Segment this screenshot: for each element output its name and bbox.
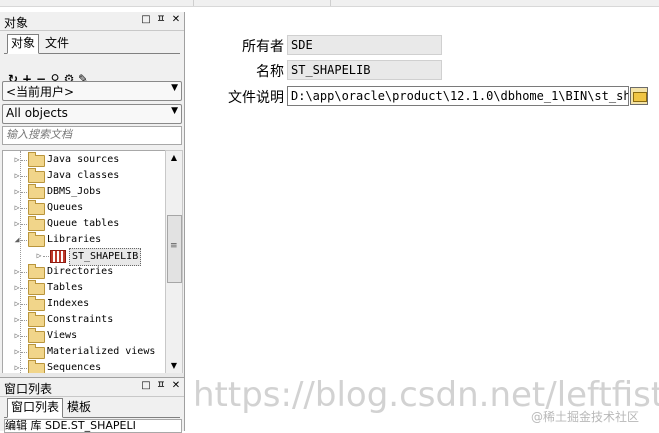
tree-connector [21,368,27,369]
object-panel-tabs: 对象 文件 [4,34,180,54]
folder-icon [28,168,45,183]
folder-icon [28,296,45,311]
name-label: 名称 [256,64,284,80]
tree-connector [43,256,49,257]
tree-item-folder[interactable]: ▷ Indexes [3,296,165,312]
user-select-value: <当前用户> [6,85,75,99]
tree-item-folder[interactable]: ◢ Libraries [3,232,165,248]
folder-icon [28,312,45,327]
tree-connector [21,192,27,193]
folder-icon [28,216,45,231]
tree-item-label: Tables [47,282,84,293]
restore-icon[interactable]: □ [140,380,152,392]
tab-files[interactable]: 文件 [42,35,72,52]
tree-item-label: Java classes [47,170,120,181]
object-type-select[interactable]: All objects ▼ [2,104,182,124]
folder-icon [28,344,45,359]
tree-item-folder[interactable]: ▷ Sequences [3,360,165,373]
name-field: ST_SHAPELIB [287,60,442,80]
window-list-titlebar: 窗口列表 □ ㅍ ✕ [0,377,184,397]
browse-button[interactable] [630,87,648,105]
tree-item-label: Materialized views [47,346,156,357]
owner-label: 所有者 [242,39,284,55]
tree-connector [21,224,27,225]
tree-item-label: Constraints [47,314,114,325]
close-icon[interactable]: ✕ [170,14,182,26]
pin-icon[interactable]: ㅍ [155,380,167,392]
window-list-row-text: 编辑 库 SDE.ST_SHAPELI [5,419,136,432]
tree-item-folder[interactable]: ▷ Views [3,328,165,344]
tree-item-folder[interactable]: ▷ Queue tables [3,216,165,232]
scroll-down-icon[interactable]: ▼ [166,359,182,373]
window-list-tabs: 窗口列表 模板 [4,398,180,418]
toolbar-separator [193,0,194,6]
object-browser-panel: 对象 □ ㅍ ✕ 对象 文件 ↻ + − ⚲ ⚙ ✎ <当前用户> ▼ All objec… [0,12,185,433]
folder-icon [28,232,45,247]
tree-item-label: DBMS_Jobs [47,186,102,197]
pin-icon[interactable]: ㅍ [155,14,167,26]
tree-connector [21,176,27,177]
object-tree[interactable]: ▷ Java sources ▷ Java classes ▷ DBMS_Jobs ▷ Que… [2,150,166,374]
tree-item-folder[interactable]: ▷ Java classes [3,168,165,184]
tree-item-folder[interactable]: ▷ Directories [3,264,165,280]
scroll-up-icon[interactable]: ▲ [166,151,182,165]
tree-item-label: Sequences [47,362,102,373]
folder-icon [28,280,45,295]
top-toolbar-strip [0,0,659,7]
folder-icon [28,264,45,279]
folder-icon [28,152,45,167]
close-icon[interactable]: ✕ [170,380,182,392]
object-panel-titlebar: 对象 □ ㅍ ✕ [0,12,184,31]
tree-item-folder[interactable]: ▷ Constraints [3,312,165,328]
tree-vertical-scrollbar[interactable]: ▲ ≡ ▼ [165,150,183,374]
owner-field: SDE [287,35,442,55]
juejin-watermark: @稀土掘金技术社区 [531,410,640,424]
folder-open-icon [633,92,647,102]
tree-item-label: Views [47,330,78,341]
search-input[interactable] [3,127,179,142]
tree-item-folder[interactable]: ▷ Queues [3,200,165,216]
file-spec-label: 文件说明 [228,90,284,106]
tab-templates[interactable]: 模板 [64,399,94,416]
tree-connector [21,320,27,321]
tree-item-label: Directories [47,266,114,277]
tree-item-label: Queue tables [47,218,120,229]
tree-item-label: Java sources [47,154,120,165]
tree-connector [21,208,27,209]
tree-connector [21,352,27,353]
tree-item-label: Libraries [47,234,102,245]
user-select[interactable]: <当前用户> ▼ [2,81,182,101]
search-box[interactable] [2,126,182,145]
tab-objects[interactable]: 对象 [7,34,40,54]
library-icon [50,250,66,263]
tree-connector [21,160,27,161]
tree-connector [21,272,27,273]
restore-icon[interactable]: □ [140,14,152,26]
folder-icon [28,200,45,215]
tree-item-label: Indexes [47,298,90,309]
tree-connector [21,288,27,289]
chevron-down-icon: ▼ [171,83,178,93]
tree-item-folder[interactable]: ▷ Java sources [3,152,165,168]
scroll-thumb[interactable]: ≡ [167,215,182,283]
toolbar-separator [330,0,331,6]
folder-icon [28,328,45,343]
tree-item-library[interactable]: ▷ ST_SHAPELIB [3,248,165,266]
tree-item-folder[interactable]: ▷ Tables [3,280,165,296]
folder-icon [28,184,45,199]
window-list-title: 窗口列表 [4,382,53,396]
tree-item-label: Queues [47,202,84,213]
tree-item-folder[interactable]: ▷ DBMS_Jobs [3,184,165,200]
tree-guide-line [20,151,21,373]
object-panel-title: 对象 [4,16,29,30]
tab-window-list[interactable]: 窗口列表 [7,398,64,418]
chevron-down-icon: ▼ [171,106,178,116]
tree-connector [21,304,27,305]
tree-item-folder[interactable]: ▷ Materialized views [3,344,165,360]
tree-connector [21,240,27,241]
tree-connector [21,336,27,337]
object-type-select-value: All objects [6,106,68,120]
file-spec-input[interactable]: D:\app\oracle\product\12.1.0\dbhome_1\BI… [287,86,629,106]
